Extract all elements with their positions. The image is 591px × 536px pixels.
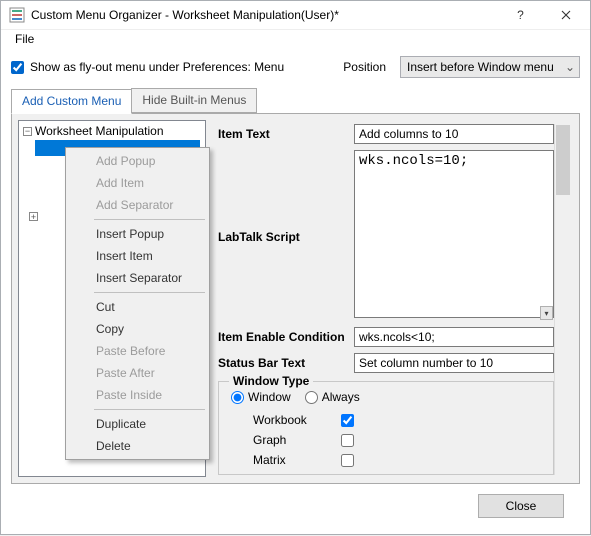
cm-separator (94, 219, 205, 220)
tree-pane: − Worksheet Manipulation + Add Popup Add… (12, 114, 212, 483)
status-label: Status Bar Text (218, 356, 348, 370)
item-text-label: Item Text (218, 127, 348, 141)
window-title: Custom Menu Organizer - Worksheet Manipu… (31, 8, 498, 22)
cm-separator (94, 409, 205, 410)
graph-label: Graph (253, 433, 341, 447)
cm-separator (94, 292, 205, 293)
dialog-footer: Close (11, 484, 580, 528)
form-pane: Item Text LabTalk Script ▾ Item Enable C… (212, 114, 579, 483)
scroll-thumb[interactable] (556, 125, 570, 195)
cm-insert-separator[interactable]: Insert Separator (68, 267, 207, 289)
radio-window-label[interactable]: Window (231, 390, 291, 404)
position-label: Position (343, 60, 386, 74)
tree-root-node[interactable]: − Worksheet Manipulation (21, 123, 203, 139)
tab-add-custom[interactable]: Add Custom Menu (11, 89, 132, 114)
cm-insert-popup[interactable]: Insert Popup (68, 223, 207, 245)
cm-insert-item[interactable]: Insert Item (68, 245, 207, 267)
collapse-icon[interactable]: − (23, 127, 32, 136)
scroll-down-icon[interactable]: ▾ (540, 306, 553, 320)
matrix-row: Matrix (231, 450, 545, 470)
window-type-group: Window Type Window Always Workbook Graph (218, 381, 554, 475)
workbook-row: Workbook (231, 410, 545, 430)
context-menu: Add Popup Add Item Add Separator Insert … (65, 147, 210, 460)
matrix-label: Matrix (253, 453, 341, 467)
workbook-label: Workbook (253, 413, 341, 427)
menu-tree[interactable]: − Worksheet Manipulation + Add Popup Add… (18, 120, 206, 477)
status-input[interactable] (354, 353, 554, 373)
cm-paste-inside: Paste Inside (68, 384, 207, 406)
matrix-checkbox[interactable] (341, 454, 354, 467)
position-combo[interactable]: Insert before Window menu ⌄ (400, 56, 580, 78)
flyout-label: Show as fly-out menu under Preferences: … (30, 60, 284, 74)
position-value: Insert before Window menu (407, 60, 554, 74)
radio-always[interactable] (305, 391, 318, 404)
script-textarea[interactable] (354, 150, 554, 318)
menu-file[interactable]: File (7, 30, 42, 48)
chevron-down-icon: ⌄ (565, 60, 575, 74)
item-form: Item Text LabTalk Script ▾ Item Enable C… (218, 124, 554, 475)
window-type-title: Window Type (229, 374, 313, 388)
tab-strip: Add Custom Menu Hide Built-in Menus (11, 88, 580, 114)
enable-input[interactable] (354, 327, 554, 347)
radio-always-label[interactable]: Always (305, 390, 360, 404)
close-icon (561, 10, 571, 20)
cm-duplicate[interactable]: Duplicate (68, 413, 207, 435)
tree-root-label: Worksheet Manipulation (35, 124, 164, 138)
tab-content: − Worksheet Manipulation + Add Popup Add… (11, 114, 580, 484)
graph-checkbox[interactable] (341, 434, 354, 447)
dialog-body: Show as fly-out menu under Preferences: … (1, 48, 590, 536)
graph-row: Graph (231, 430, 545, 450)
enable-label: Item Enable Condition (218, 330, 348, 344)
cm-add-item: Add Item (68, 172, 207, 194)
cm-copy[interactable]: Copy (68, 318, 207, 340)
help-button[interactable]: ? (498, 1, 543, 29)
close-window-button[interactable] (543, 1, 588, 29)
dialog-window: Custom Menu Organizer - Worksheet Manipu… (0, 0, 591, 535)
close-button[interactable]: Close (478, 494, 564, 518)
cm-cut[interactable]: Cut (68, 296, 207, 318)
cm-paste-before: Paste Before (68, 340, 207, 362)
options-row: Show as fly-out menu under Preferences: … (11, 56, 580, 78)
flyout-checkbox[interactable] (11, 61, 24, 74)
cm-add-popup: Add Popup (68, 150, 207, 172)
item-text-input[interactable] (354, 124, 554, 144)
cm-delete[interactable]: Delete (68, 435, 207, 457)
titlebar: Custom Menu Organizer - Worksheet Manipu… (1, 1, 590, 30)
menubar: File (1, 30, 590, 48)
form-scrollbar[interactable] (554, 124, 571, 475)
tab-hide-builtin[interactable]: Hide Built-in Menus (131, 88, 257, 113)
radio-row: Window Always (231, 390, 545, 404)
expand-icon[interactable]: + (29, 212, 38, 221)
app-icon (9, 7, 25, 23)
cm-add-separator: Add Separator (68, 194, 207, 216)
workbook-checkbox[interactable] (341, 414, 354, 427)
cm-paste-after: Paste After (68, 362, 207, 384)
script-wrap: ▾ (354, 150, 554, 321)
script-label: LabTalk Script (218, 228, 348, 244)
radio-window[interactable] (231, 391, 244, 404)
